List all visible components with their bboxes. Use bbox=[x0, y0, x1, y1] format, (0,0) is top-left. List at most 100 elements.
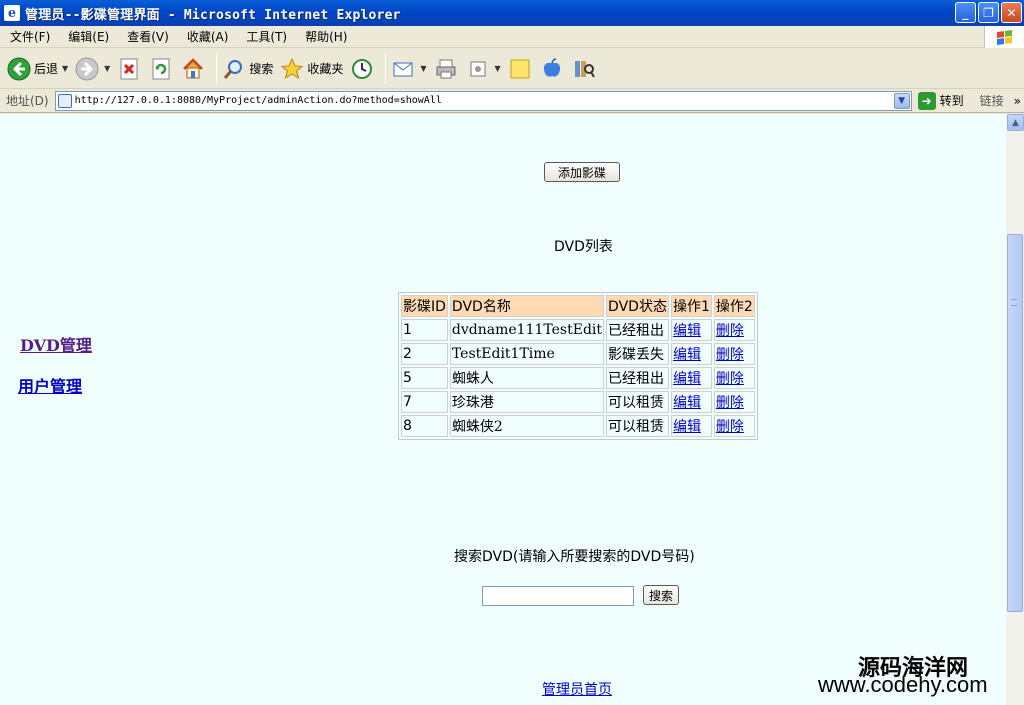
note-icon bbox=[507, 56, 533, 82]
links-chevron-icon[interactable]: » bbox=[1014, 94, 1021, 108]
address-dropdown-icon[interactable]: ▼ bbox=[893, 92, 910, 109]
header-op1: 操作1 bbox=[670, 295, 712, 317]
edit-link[interactable]: 编辑 bbox=[673, 323, 701, 339]
page-icon bbox=[57, 93, 72, 108]
search-toolbar-button[interactable]: 搜索 bbox=[221, 56, 273, 82]
edit-link[interactable]: 编辑 bbox=[673, 395, 701, 411]
menu-help[interactable]: 帮助(H) bbox=[295, 28, 355, 45]
menu-bar: 文件(F) 编辑(E) 查看(V) 收藏(A) 工具(T) 帮助(H) bbox=[0, 26, 1024, 48]
menu-tools[interactable]: 工具(T) bbox=[236, 28, 295, 45]
address-url[interactable]: http://127.0.0.1:8080/MyProject/adminAct… bbox=[75, 95, 442, 106]
ie-icon: e bbox=[4, 5, 20, 21]
home-button[interactable] bbox=[180, 56, 206, 82]
delete-link[interactable]: 删除 bbox=[716, 371, 744, 387]
cell-id: 5 bbox=[401, 367, 448, 389]
sidebar-user-manage-link[interactable]: 用户管理 bbox=[18, 373, 82, 397]
delete-link[interactable]: 删除 bbox=[716, 395, 744, 411]
dvd-table: 影碟ID DVD名称 DVD状态 操作1 操作2 1 dvdname111Tes… bbox=[398, 292, 758, 440]
edit-page-button[interactable]: ▼ bbox=[465, 56, 501, 82]
minimize-button[interactable]: _ bbox=[955, 2, 976, 23]
table-row: 8 蜘蛛侠2 可以租赁 编辑 删除 bbox=[401, 415, 755, 437]
research-icon bbox=[571, 56, 597, 82]
table-row: 7 珍珠港 可以租赁 编辑 删除 bbox=[401, 391, 755, 413]
edit-link[interactable]: 编辑 bbox=[673, 371, 701, 387]
cell-status: 已经租出 bbox=[606, 367, 669, 389]
scroll-up-icon[interactable]: ▲ bbox=[1007, 114, 1024, 131]
toolbar: 后退 ▼ ▼ 搜索 收藏夹 ▼ ▼ bbox=[0, 49, 1024, 89]
mail-button[interactable]: ▼ bbox=[390, 56, 427, 82]
windows-logo-icon bbox=[984, 26, 1024, 48]
table-header-row: 影碟ID DVD名称 DVD状态 操作1 操作2 bbox=[401, 295, 755, 317]
back-label: 后退 bbox=[34, 62, 59, 76]
maximize-button[interactable]: ❐ bbox=[978, 2, 999, 23]
cell-id: 7 bbox=[401, 391, 448, 413]
magnifier-icon bbox=[221, 56, 247, 82]
edit-link[interactable]: 编辑 bbox=[673, 419, 701, 435]
cell-status: 已经租出 bbox=[606, 319, 669, 341]
sidebar-dvd-manage-link[interactable]: DVD管理 bbox=[20, 332, 92, 356]
menu-edit[interactable]: 编辑(E) bbox=[58, 28, 117, 45]
favorites-label: 收藏夹 bbox=[307, 62, 344, 76]
printer-icon bbox=[433, 56, 459, 82]
star-icon bbox=[279, 56, 305, 82]
cell-name: 蜘蛛人 bbox=[449, 367, 605, 389]
header-dvd-name: DVD名称 bbox=[449, 295, 605, 317]
title-bar: e 管理员--影碟管理界面 - Microsoft Internet Explo… bbox=[0, 0, 1024, 26]
research-button[interactable] bbox=[571, 56, 597, 82]
address-input[interactable]: http://127.0.0.1:8080/MyProject/adminAct… bbox=[54, 90, 912, 111]
history-icon bbox=[349, 56, 375, 82]
delete-link[interactable]: 删除 bbox=[716, 419, 744, 435]
header-dvd-id: 影碟ID bbox=[401, 295, 448, 317]
delete-link[interactable]: 删除 bbox=[716, 323, 744, 339]
address-label: 地址(D) bbox=[6, 94, 49, 108]
refresh-button[interactable] bbox=[148, 56, 174, 82]
cell-name: dvdname111TestEdit bbox=[449, 319, 605, 341]
toolbar-separator bbox=[385, 53, 387, 84]
back-button[interactable]: 后退 ▼ bbox=[6, 56, 68, 82]
stop-button[interactable] bbox=[116, 56, 142, 82]
scroll-grip-icon bbox=[1011, 299, 1017, 306]
vertical-scrollbar[interactable]: ▲ bbox=[1006, 114, 1024, 705]
menu-view[interactable]: 查看(V) bbox=[117, 28, 177, 45]
search-toolbar-label: 搜索 bbox=[249, 62, 274, 76]
cell-id: 1 bbox=[401, 319, 448, 341]
history-button[interactable] bbox=[349, 56, 375, 82]
menu-favorites[interactable]: 收藏(A) bbox=[177, 28, 237, 45]
apple-icon bbox=[539, 56, 565, 82]
menu-file[interactable]: 文件(F) bbox=[0, 28, 58, 45]
close-button[interactable]: ✕ bbox=[1001, 2, 1022, 23]
back-dropdown-icon[interactable]: ▼ bbox=[62, 64, 68, 73]
cell-id: 2 bbox=[401, 343, 448, 365]
refresh-icon bbox=[148, 56, 174, 82]
search-input[interactable] bbox=[482, 586, 634, 606]
window-title: 管理员--影碟管理界面 - Microsoft Internet Explore… bbox=[25, 7, 401, 23]
mail-dropdown-icon[interactable]: ▼ bbox=[420, 64, 426, 73]
header-dvd-status: DVD状态 bbox=[606, 295, 669, 317]
cell-status: 可以租赁 bbox=[606, 391, 669, 413]
toolbar-separator bbox=[216, 53, 218, 84]
forward-button[interactable]: ▼ bbox=[74, 56, 110, 82]
cell-name: 蜘蛛侠2 bbox=[449, 415, 605, 437]
forward-dropdown-icon[interactable]: ▼ bbox=[104, 64, 110, 73]
delete-link[interactable]: 删除 bbox=[716, 347, 744, 363]
links-label[interactable]: 链接 bbox=[980, 92, 1004, 109]
admin-home-link[interactable]: 管理员首页 bbox=[542, 679, 612, 699]
header-op2: 操作2 bbox=[713, 295, 755, 317]
page-content: 添加影碟 DVD列表 DVD管理 用户管理 影碟ID DVD名称 DVD状态 操… bbox=[0, 114, 1006, 705]
edit-dropdown-icon[interactable]: ▼ bbox=[495, 64, 501, 73]
edit-link[interactable]: 编辑 bbox=[673, 347, 701, 363]
print-button[interactable] bbox=[433, 56, 459, 82]
cell-name: 珍珠港 bbox=[449, 391, 605, 413]
notes-button[interactable] bbox=[507, 56, 533, 82]
search-button[interactable]: 搜索 bbox=[643, 585, 679, 605]
go-button[interactable]: ➜ 转到 bbox=[917, 91, 964, 110]
stop-icon bbox=[116, 56, 142, 82]
home-icon bbox=[180, 56, 206, 82]
address-bar: 地址(D) http://127.0.0.1:8080/MyProject/ad… bbox=[0, 89, 1024, 113]
add-dvd-button[interactable]: 添加影碟 bbox=[544, 162, 620, 182]
scroll-thumb[interactable] bbox=[1007, 234, 1023, 612]
favorites-button[interactable]: 收藏夹 bbox=[279, 56, 343, 82]
apple-button[interactable] bbox=[539, 56, 565, 82]
go-arrow-icon: ➜ bbox=[917, 91, 936, 110]
cell-status: 影碟丢失 bbox=[606, 343, 669, 365]
